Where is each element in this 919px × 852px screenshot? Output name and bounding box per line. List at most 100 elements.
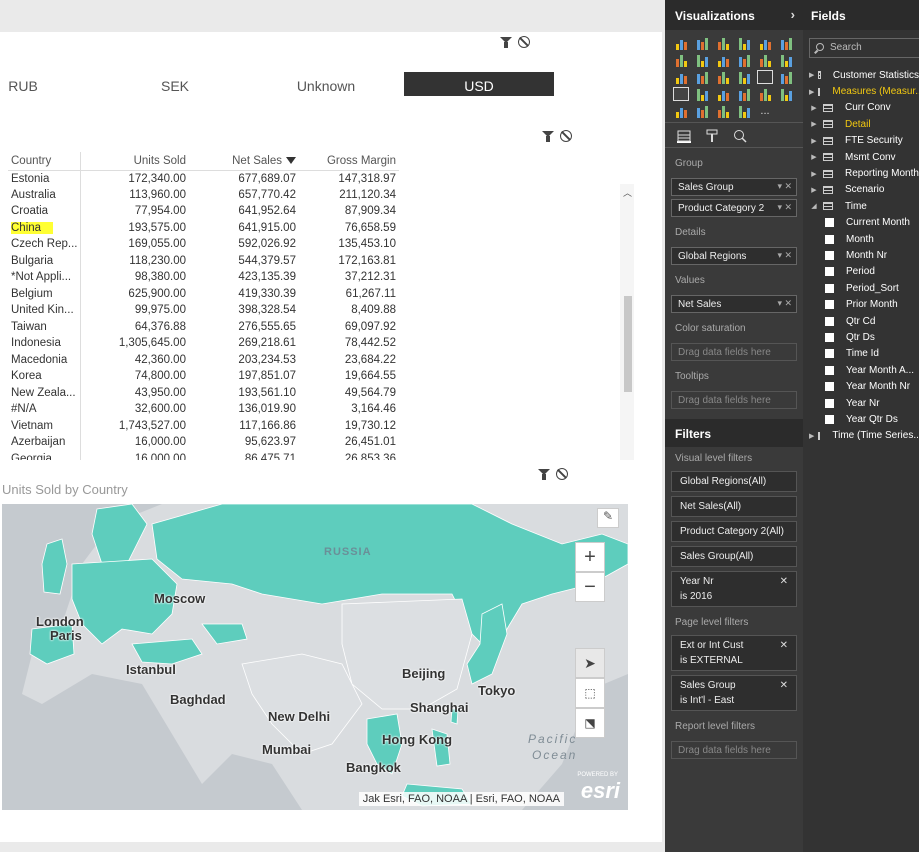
lasso-select-icon[interactable]: ⬔ (575, 708, 605, 738)
filter-card[interactable]: Sales Group is Int'l - East ✕ (671, 675, 797, 711)
ribbon-chart-icon[interactable] (778, 53, 794, 67)
table-row[interactable]: Indonesia 1,305,645.00 269,218.61 78,442.52 (8, 335, 399, 352)
filter-card[interactable]: Ext or Int Cust is EXTERNAL ✕ (671, 635, 797, 671)
pie-chart-icon[interactable] (694, 70, 710, 84)
field-row[interactable]: Period_Sort (803, 280, 919, 296)
line-column-icon[interactable] (736, 53, 752, 67)
edit-map-icon[interactable]: ✎ (597, 508, 619, 528)
group-well-item[interactable]: Sales Group ▾ ✕ (671, 178, 797, 196)
field-checkbox[interactable] (825, 332, 834, 342)
table-row[interactable]: Belgium 625,900.00 419,330.39 61,267.11 (8, 285, 399, 302)
slicer-item-rub[interactable]: RUB (8, 72, 38, 96)
donut-chart-icon[interactable] (694, 104, 710, 118)
table-row[interactable]: *Not Appli... 98,380.00 423,135.39 37,212.3… (8, 269, 399, 286)
remove-filter-icon[interactable]: ✕ (780, 576, 788, 587)
r-visual-icon[interactable] (736, 104, 752, 118)
field-table-row[interactable]: ◢ Time (803, 198, 919, 214)
100-bar-icon[interactable] (757, 36, 773, 50)
matrix-icon[interactable] (778, 70, 794, 84)
field-table-row[interactable]: ▶ Reporting Month (803, 165, 919, 181)
table-icon[interactable] (757, 70, 773, 84)
100-column-icon[interactable] (778, 36, 794, 50)
collapse-chevron-icon[interactable]: › (791, 7, 795, 22)
field-row[interactable]: Qtr Cd (803, 313, 919, 329)
scroll-up-icon[interactable]: ︿ (623, 186, 632, 199)
field-checkbox[interactable] (825, 365, 834, 375)
well-item-controls[interactable]: ▾ ✕ (777, 298, 792, 309)
collapsed-chevron-icon[interactable]: ▶ (809, 170, 819, 178)
stacked-column-icon[interactable] (694, 36, 710, 50)
multi-row-card-icon[interactable] (736, 87, 752, 101)
field-table-row[interactable]: ▶ Detail (803, 116, 919, 132)
field-checkbox[interactable] (825, 267, 834, 277)
scroll-thumb[interactable] (624, 296, 632, 392)
map-icon[interactable] (736, 70, 752, 84)
field-table-row[interactable]: ▶ FTE Security (803, 133, 919, 149)
line-chart-icon[interactable] (673, 53, 689, 67)
format-paint-roller-icon[interactable] (705, 129, 719, 143)
table-row[interactable]: Georgia 16,000.00 86,475.71 26,853.36 (8, 450, 399, 460)
collapsed-chevron-icon[interactable]: ▶ (809, 137, 819, 145)
table-row[interactable]: Croatia 77,954.00 641,952.64 87,909.34 (8, 203, 399, 220)
stacked-area-icon[interactable] (715, 53, 731, 67)
table-row[interactable]: Bulgaria 118,230.00 544,379.57 172,163.81 (8, 252, 399, 269)
fields-tab-icon[interactable] (677, 129, 691, 143)
table-row[interactable]: China 193,575.00 641,915.00 76,658.59 (8, 219, 399, 236)
treemap-icon[interactable] (715, 70, 731, 84)
analytics-magnifier-icon[interactable] (733, 129, 747, 143)
kpi-icon[interactable] (778, 87, 794, 101)
clustered-bar-icon[interactable] (715, 36, 731, 50)
field-table-row[interactable]: ▶ Measures (Measur... (803, 83, 919, 99)
slicer-icon[interactable] (673, 104, 689, 118)
table-row[interactable]: Korea 74,800.00 197,851.07 19,664.55 (8, 368, 399, 385)
table-row[interactable]: Estonia 172,340.00 677,689.07 147,318.97 (8, 170, 399, 187)
filter-card[interactable]: Global Regions(All) (671, 471, 797, 492)
tooltips-drop-zone[interactable]: Drag data fields here (671, 391, 797, 409)
scatter-chart-icon[interactable] (673, 70, 689, 84)
field-checkbox[interactable] (825, 218, 834, 228)
field-checkbox[interactable] (825, 414, 834, 424)
field-checkbox[interactable] (825, 398, 834, 408)
remove-filter-icon[interactable]: ✕ (780, 640, 788, 651)
collapsed-chevron-icon[interactable]: ▶ (809, 432, 814, 440)
expanded-chevron-icon[interactable]: ◢ (809, 202, 819, 210)
column-header-gross-margin[interactable]: Gross Margin (298, 152, 399, 171)
field-checkbox[interactable] (825, 250, 834, 260)
line-clustered-icon[interactable] (757, 53, 773, 67)
filter-icon[interactable] (538, 468, 550, 480)
card-icon[interactable] (757, 87, 773, 101)
filter-card[interactable]: Sales Group(All) (671, 546, 797, 567)
field-checkbox[interactable] (825, 234, 834, 244)
collapsed-chevron-icon[interactable]: ▶ (809, 104, 819, 112)
collapsed-chevron-icon[interactable]: ▶ (809, 186, 819, 194)
well-item-controls[interactable]: ▾ ✕ (777, 202, 792, 213)
more-visuals-icon[interactable]: ... (757, 104, 773, 118)
area-chart-icon[interactable] (694, 53, 710, 67)
field-row[interactable]: Year Qtr Ds (803, 411, 919, 427)
column-header-country[interactable]: Country (8, 152, 82, 171)
well-item-controls[interactable]: ▾ ✕ (777, 250, 792, 261)
filter-icon[interactable] (542, 130, 554, 142)
values-well-item[interactable]: Net Sales ▾ ✕ (671, 295, 797, 313)
field-row[interactable]: Qtr Ds (803, 329, 919, 345)
field-table-row[interactable]: ▶ Time (Time Series... (803, 428, 919, 444)
clear-selection-icon[interactable] (518, 36, 530, 48)
table-row[interactable]: Taiwan 64,376.88 276,555.65 69,097.92 (8, 318, 399, 335)
zoom-in-button[interactable]: + (575, 542, 605, 572)
clustered-column-icon[interactable] (736, 36, 752, 50)
table-row[interactable]: Czech Rep... 169,055.00 592,026.92 135,453.… (8, 236, 399, 253)
table-row[interactable]: Australia 113,960.00 657,770.42 211,120.34 (8, 186, 399, 203)
field-row[interactable]: Month Nr (803, 247, 919, 263)
table-row[interactable]: Vietnam 1,743,527.00 117,166.86 19,730.12 (8, 417, 399, 434)
filled-map-icon[interactable] (673, 87, 689, 101)
field-table-row[interactable]: ▶ Msmt Conv (803, 149, 919, 165)
field-row[interactable]: Time Id (803, 346, 919, 362)
field-table-row[interactable]: ▶ Customer Statistics (803, 67, 919, 83)
filter-card[interactable]: Net Sales(All) (671, 496, 797, 517)
field-row[interactable]: Period (803, 264, 919, 280)
field-row[interactable]: Prior Month (803, 296, 919, 312)
field-row[interactable]: Year Month A... (803, 362, 919, 378)
field-row[interactable]: Current Month (803, 215, 919, 231)
well-item-controls[interactable]: ▾ ✕ (777, 181, 792, 192)
table-row[interactable]: New Zeala... 43,950.00 193,561.10 49,564.79 (8, 384, 399, 401)
